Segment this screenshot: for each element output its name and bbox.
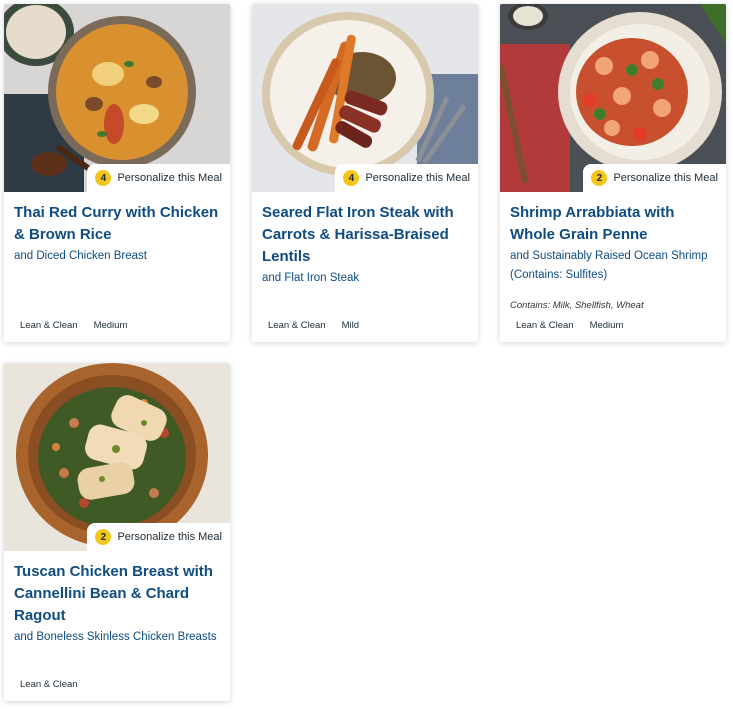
- personalize-label: Personalize this Meal: [117, 531, 222, 543]
- tag-lean-clean: Lean & Clean: [20, 320, 78, 331]
- meal-title[interactable]: Tuscan Chicken Breast with Cannellini Be…: [14, 561, 222, 647]
- personalize-meal-button[interactable]: 2 Personalize this Meal: [87, 523, 230, 551]
- meal-title[interactable]: Shrimp Arrabbiata with Whole Grain Penne…: [510, 202, 718, 285]
- personalize-meal-button[interactable]: 4 Personalize this Meal: [87, 164, 230, 192]
- personalize-label: Personalize this Meal: [613, 172, 718, 184]
- meal-title[interactable]: Seared Flat Iron Steak with Carrots & Ha…: [262, 202, 470, 288]
- meal-subtitle: and Sustainably Raised Ocean Shrimp (Con…: [510, 250, 708, 281]
- tag-spice-level: Medium: [93, 320, 128, 331]
- meal-card[interactable]: 2 Personalize this Meal Shrimp Arrabbiat…: [500, 4, 726, 342]
- personalize-meal-button[interactable]: 4 Personalize this Meal: [335, 164, 478, 192]
- meal-card[interactable]: 2 Personalize this Meal Tuscan Chicken B…: [4, 363, 230, 701]
- meal-title-text: Tuscan Chicken Breast with Cannellini Be…: [14, 563, 213, 624]
- tag-lean-clean: Lean & Clean: [516, 320, 574, 331]
- meal-tags: Lean & Clean Medium: [516, 320, 623, 331]
- meal-card[interactable]: 4 Personalize this Meal Thai Red Curry w…: [4, 4, 230, 342]
- meal-title[interactable]: Thai Red Curry with Chicken & Brown Rice…: [14, 202, 222, 266]
- personalize-count-badge: 4: [343, 170, 360, 186]
- allergen-notice: Contains: Milk, Shellfish, Wheat: [510, 300, 644, 311]
- personalize-label: Personalize this Meal: [117, 172, 222, 184]
- personalize-count-badge: 4: [95, 170, 112, 186]
- tag-spice-level: Mild: [341, 320, 359, 331]
- personalize-count-badge: 2: [95, 529, 112, 545]
- meal-subtitle: and Diced Chicken Breast: [14, 250, 147, 262]
- personalize-meal-button[interactable]: 2 Personalize this Meal: [583, 164, 726, 192]
- tag-lean-clean: Lean & Clean: [268, 320, 326, 331]
- meal-title-text: Shrimp Arrabbiata with Whole Grain Penne: [510, 204, 675, 243]
- meal-subtitle: and Flat Iron Steak: [262, 272, 360, 284]
- meal-tags: Lean & Clean Medium: [20, 320, 127, 331]
- meal-subtitle: and Boneless Skinless Chicken Breasts: [14, 631, 217, 643]
- tag-lean-clean: Lean & Clean: [20, 679, 78, 690]
- meal-title-text: Thai Red Curry with Chicken & Brown Rice: [14, 204, 219, 243]
- tag-spice-level: Medium: [589, 320, 624, 331]
- meal-tags: Lean & Clean Mild: [268, 320, 359, 331]
- meal-tags: Lean & Clean: [20, 679, 78, 690]
- meal-card[interactable]: 4 Personalize this Meal Seared Flat Iron…: [252, 4, 478, 342]
- meal-title-text: Seared Flat Iron Steak with Carrots & Ha…: [262, 204, 454, 265]
- personalize-label: Personalize this Meal: [365, 172, 470, 184]
- personalize-count-badge: 2: [591, 170, 608, 186]
